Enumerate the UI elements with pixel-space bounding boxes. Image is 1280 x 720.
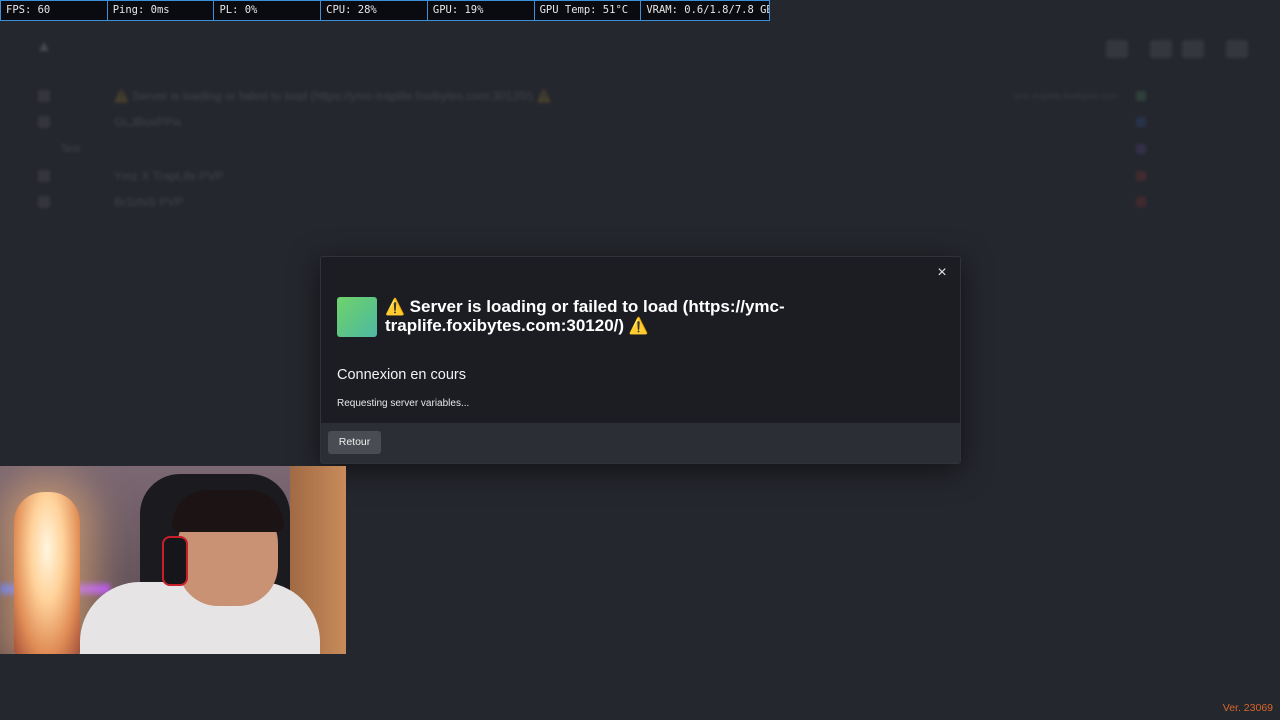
performance-overlay: FPS: 60 Ping: 0ms PL: 0% CPU: 28% GPU: 1… [0,0,770,21]
server-row-name: Ymz X TrapLife PVP [114,169,224,183]
vram-readout: VRAM: 0.6/1.8/7.8 GB [646,4,769,16]
gpu-readout: GPU: 19% [428,1,535,20]
webcam-lamp [14,492,80,654]
connection-status-heading: Connexion en cours [337,367,466,383]
server-row-label: Test [60,143,81,155]
server-row-name: GLJBoxPPix [114,115,182,129]
headset-icon [162,536,188,586]
server-row-icon [38,170,50,182]
server-row-icon [38,196,50,208]
fivem-server-connect-screen: FPS: 60 Ping: 0ms PL: 0% CPU: 28% GPU: 1… [0,0,1280,720]
packet-loss-readout: PL: 0% [214,1,322,20]
fivem-logo-icon: ▲ [36,38,52,55]
connecting-dialog: × ⚠️ Server is loading or failed to load… [320,256,961,464]
server-row-status [1136,171,1146,181]
top-bar-button [1182,40,1204,58]
version-label: Ver. 23069 [1222,702,1273,714]
warning-icon: ⚠️ [628,318,649,335]
server-row-name: Br3zhiS PVP [114,195,184,209]
server-row-icon [38,90,50,102]
top-bar-button [1226,40,1248,58]
back-button[interactable]: Retour [328,431,381,454]
streamer-webcam [0,466,346,654]
server-row: Br3zhiS PVP [30,189,1250,215]
webcam-person-hair [172,490,284,532]
connection-status-detail: Requesting server variables... [337,398,470,409]
server-row: GLJBoxPPix [30,109,1250,135]
ping-readout: Ping: 0ms [108,1,215,20]
close-icon[interactable]: × [932,263,952,283]
warning-icon: ⚠️ [385,299,405,316]
gpu-temp-readout: GPU Temp: 51°C [535,1,642,20]
server-row: Ymz X TrapLife PVP [30,163,1250,189]
top-bar-button [1150,40,1172,58]
server-row-status [1136,144,1146,154]
server-row-name: ⚠️ Server is loading or failed to load (… [114,89,552,103]
server-icon [337,297,377,337]
cpu-readout: CPU: 28% [321,1,428,20]
server-row-status [1136,197,1146,207]
server-row-icon [38,116,50,128]
server-row-status [1136,91,1146,101]
fps-readout: FPS: 60 [1,1,108,20]
server-row: Test [30,136,1250,162]
dialog-footer: Retour [321,423,960,463]
server-row-url: ymc-traplife.foxibytes.com [1013,91,1118,101]
server-row-status [1136,117,1146,127]
top-bar-button [1106,40,1128,58]
server-row: ⚠️ Server is loading or failed to load (… [30,83,1250,109]
server-title: ⚠️ Server is loading or failed to load (… [385,298,855,336]
server-title-text: Server is loading or failed to load (htt… [385,297,785,335]
